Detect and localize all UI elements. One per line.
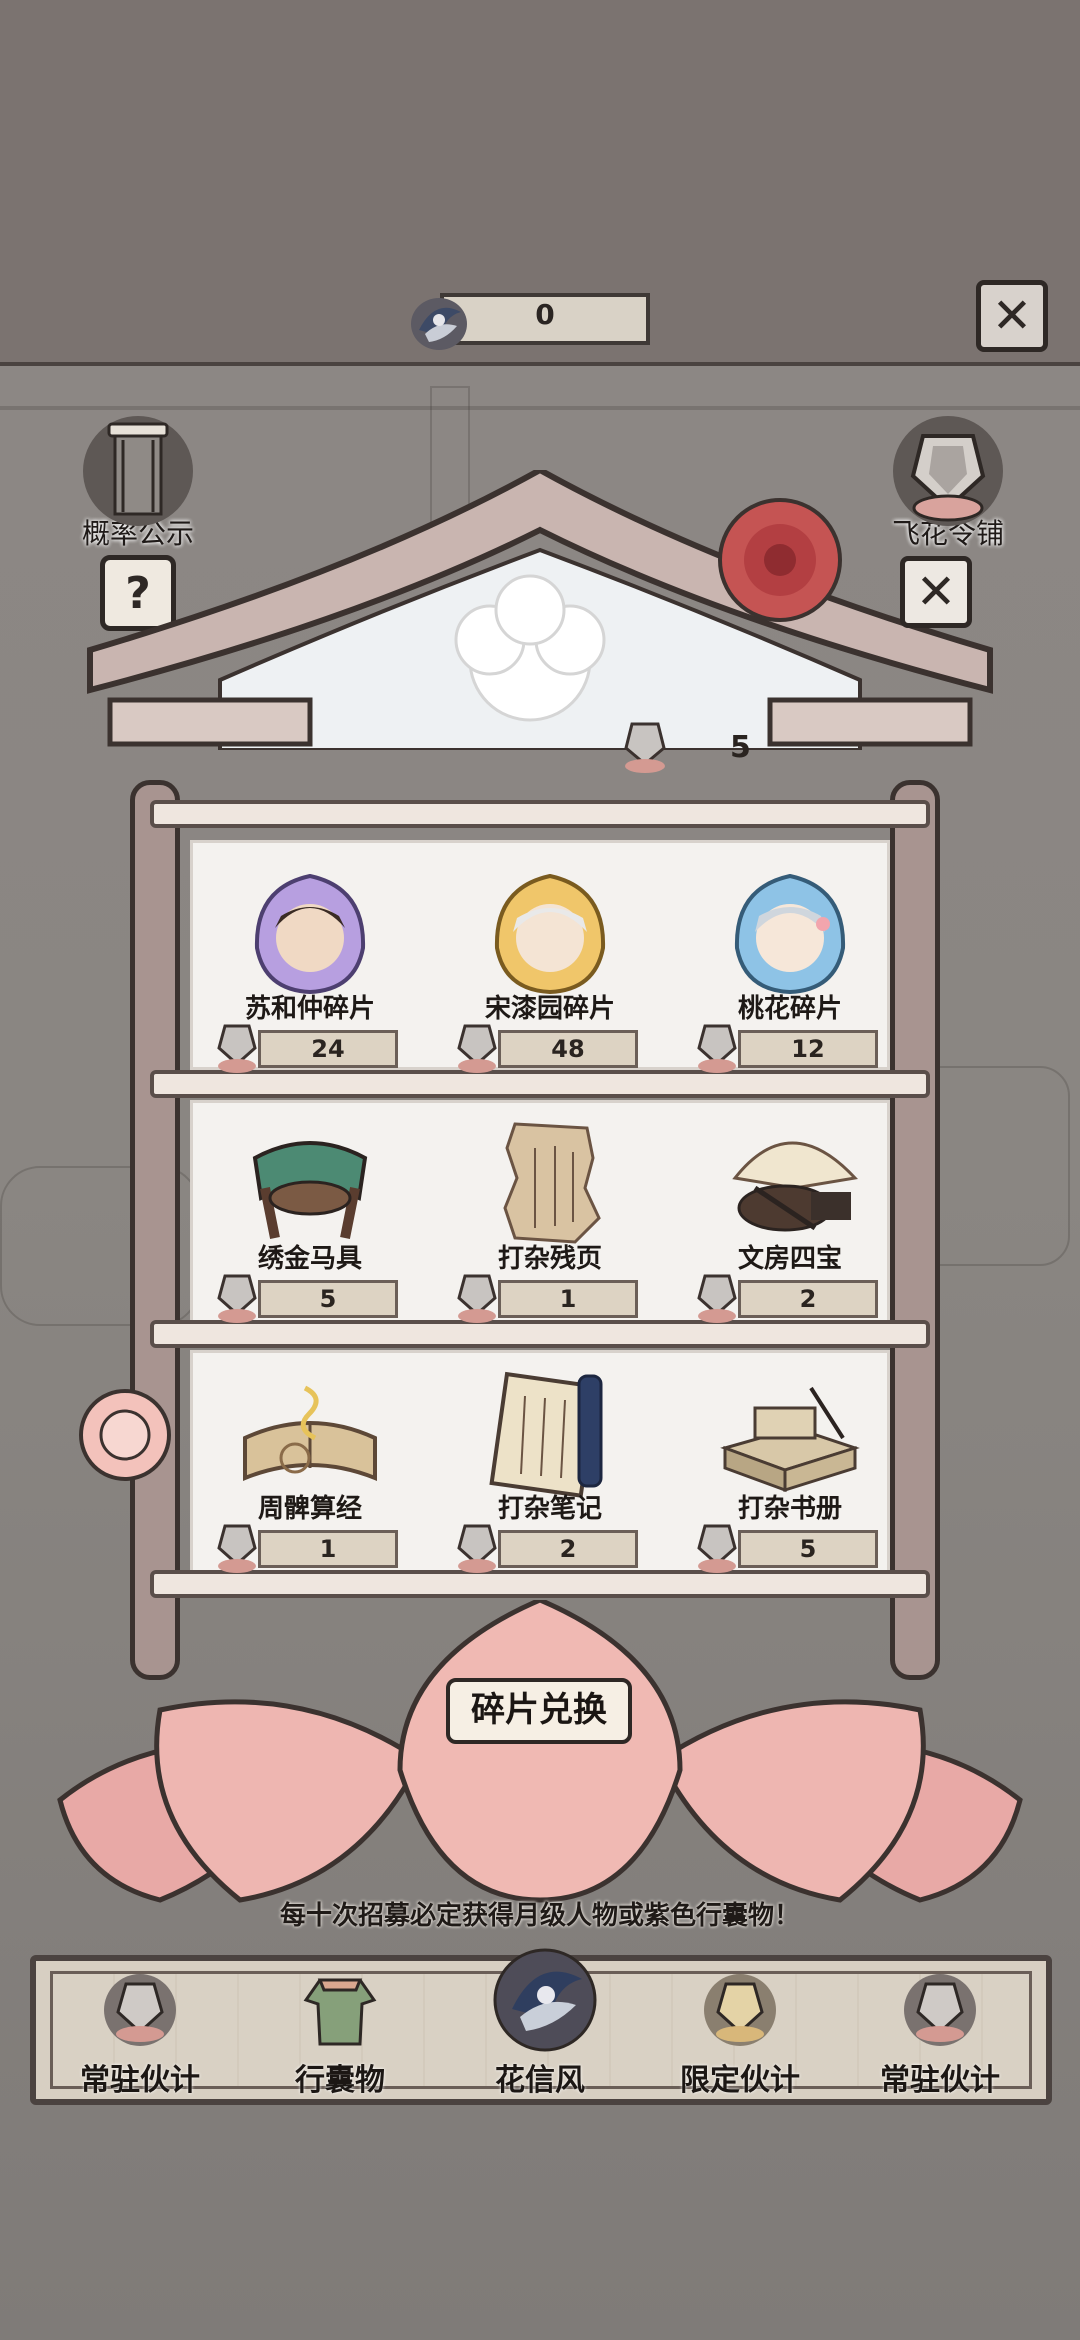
tab-label: 限定伙计 <box>680 2063 800 2098</box>
shop-item[interactable]: 周髀算经 1 <box>200 1350 420 1580</box>
close-icon: ✕ <box>915 564 957 620</box>
flower-token-icon <box>411 298 467 350</box>
character-fragment-gold <box>494 873 606 995</box>
shop-item[interactable]: 打杂残页 1 <box>440 1100 660 1330</box>
flower-token-icon <box>493 1948 597 2052</box>
recruit-notice: 每十次招募必定获得月级人物或紫色行囊物！ <box>279 1901 800 1931</box>
close-button[interactable]: ✕ <box>976 280 1048 352</box>
tab-resident-partner-2[interactable]: 常驻伙计 <box>840 1960 1040 2100</box>
item-count: 2 <box>498 1530 638 1568</box>
torn-page-icon <box>503 1122 601 1244</box>
pink-flower-decoration <box>79 1389 171 1481</box>
fragment-icon <box>217 1274 257 1323</box>
fragment-icon <box>697 1524 737 1573</box>
item-count: 48 <box>498 1030 638 1068</box>
fragment-icon <box>457 1524 497 1573</box>
tab-label: 常驻伙计 <box>880 2063 1000 2098</box>
book-stack-icon <box>720 1386 860 1493</box>
fragment-icon <box>624 722 666 773</box>
tab-resident-partner[interactable]: 常驻伙计 <box>40 1960 240 2100</box>
saddle-icon <box>252 1141 368 1239</box>
currency-display: 0 <box>405 290 653 350</box>
item-count: 5 <box>258 1280 398 1318</box>
tab-limited-partner[interactable]: 限定伙计 <box>640 1960 840 2100</box>
item-count: 2 <box>738 1280 878 1318</box>
item-count: 1 <box>258 1530 398 1568</box>
shop-item[interactable]: 宋漆园碎片 48 <box>440 850 660 1080</box>
robe-icon <box>303 1978 377 2046</box>
tab-label: 常驻伙计 <box>80 2063 200 2098</box>
item-count: 12 <box>738 1030 878 1068</box>
ancient-book-icon <box>243 1385 377 1481</box>
fragment-icon <box>217 1024 257 1073</box>
fragment-icon <box>104 1974 176 2046</box>
fragment-icon <box>697 1274 737 1323</box>
character-fragment-blue <box>734 873 846 995</box>
character-fragment-purple <box>254 873 366 995</box>
shop-item[interactable]: 文房四宝 2 <box>680 1100 900 1330</box>
shop-item[interactable]: 绣金马具 5 <box>200 1100 420 1330</box>
left-post <box>130 780 180 1680</box>
fragment-icon <box>904 1974 976 2046</box>
stationery-icon <box>732 1141 858 1232</box>
shop-item[interactable]: 打杂书册 5 <box>680 1350 900 1580</box>
shop-item[interactable]: 苏和仲碎片 24 <box>200 850 420 1080</box>
red-peony-decoration <box>718 498 842 622</box>
cabinet-roof <box>87 470 993 750</box>
close-icon: ✕ <box>991 288 1033 344</box>
item-count: 1 <box>498 1280 638 1318</box>
golden-fragment-icon <box>704 1974 776 2046</box>
fragment-icon <box>457 1274 497 1323</box>
fragment-icon <box>217 1524 257 1573</box>
lotus-base <box>57 1600 1023 1903</box>
fragment-count: 5 <box>730 730 751 765</box>
item-count: 24 <box>258 1030 398 1068</box>
tab-label: 行囊物 <box>295 2063 385 2098</box>
shop-item[interactable]: 打杂笔记 2 <box>440 1350 660 1580</box>
tab-label: 花信风 <box>495 2063 585 2098</box>
fragment-exchange-button[interactable]: 碎片兑换 <box>446 1678 632 1744</box>
tab-bag-items[interactable]: 行囊物 <box>240 1960 440 2100</box>
scroll-notes-icon <box>489 1371 603 1498</box>
fragment-icon <box>697 1024 737 1073</box>
fragment-icon <box>457 1024 497 1073</box>
shop-item[interactable]: 桃花碎片 12 <box>680 850 900 1080</box>
tab-flower-wind[interactable]: 花信风 <box>440 1948 640 2100</box>
cabinet-close-button[interactable]: ✕ <box>900 556 972 628</box>
shelf-beam <box>150 800 930 828</box>
item-count: 5 <box>738 1530 878 1568</box>
